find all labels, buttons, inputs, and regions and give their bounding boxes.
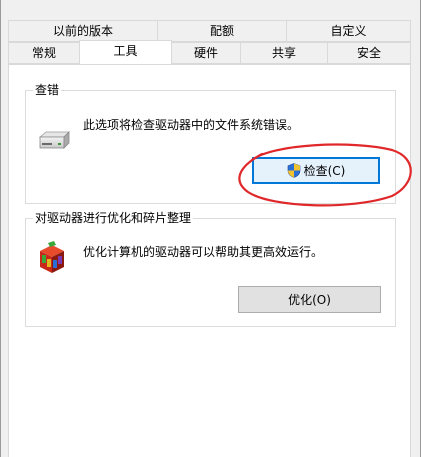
- error-check-group: 查错 此选项将检查驱动器中的文件系统错误。 检查(C): [25, 82, 396, 204]
- drive-icon: [38, 131, 70, 151]
- tab-tools[interactable]: 工具: [79, 40, 172, 64]
- defrag-icon: [36, 241, 68, 275]
- optimize-group: 对驱动器进行优化和碎片整理 优化计算机的驱动器可以帮助其更高效运行。 优化(O): [25, 210, 396, 327]
- optimize-description: 优化计算机的驱动器可以帮助其更高效运行。: [83, 245, 324, 259]
- window-border-left: [0, 0, 1, 457]
- tab-security[interactable]: 安全: [327, 42, 411, 64]
- tab-previous-versions[interactable]: 以前的版本: [8, 20, 158, 42]
- tab-customize[interactable]: 自定义: [286, 20, 411, 42]
- tools-panel: 查错 此选项将检查驱动器中的文件系统错误。 检查(C) 对驱动器进行优化和碎片整…: [8, 64, 411, 457]
- check-button-label: 检查(C): [303, 164, 346, 178]
- tab-sharing[interactable]: 共享: [240, 42, 328, 64]
- check-button[interactable]: 检查(C): [252, 157, 380, 184]
- error-check-description: 此选项将检查驱动器中的文件系统错误。: [83, 118, 300, 132]
- error-check-title: 查错: [33, 82, 62, 98]
- tab-hardware[interactable]: 硬件: [171, 42, 241, 64]
- optimize-title: 对驱动器进行优化和碎片整理: [33, 210, 194, 226]
- optimize-button-label: 优化(O): [288, 293, 331, 307]
- tab-quota[interactable]: 配额: [157, 20, 287, 42]
- tab-general[interactable]: 常规: [8, 42, 80, 64]
- uac-shield-icon: [287, 163, 301, 178]
- optimize-button[interactable]: 优化(O): [238, 286, 381, 313]
